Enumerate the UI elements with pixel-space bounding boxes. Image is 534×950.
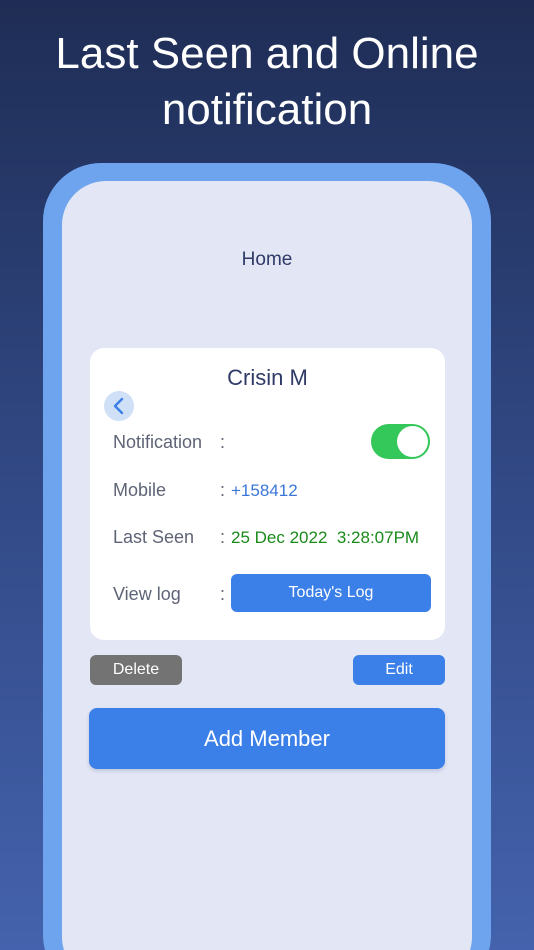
mobile-colon: : — [220, 480, 226, 500]
headline: Last Seen and Online notification — [0, 26, 534, 138]
chevron-left-icon — [113, 397, 124, 415]
phone-screen: Home Crisin M Notification : Mobile : +1… — [62, 181, 472, 950]
last-seen-label: Last Seen — [113, 527, 195, 547]
nav-title: Home — [241, 249, 293, 270]
view-log-label: View log — [113, 584, 181, 604]
headline-line-2: notification — [161, 85, 373, 134]
member-name: Crisin M — [227, 365, 308, 390]
toggle-knob — [397, 426, 428, 457]
edit-button[interactable]: Edit — [353, 655, 445, 685]
delete-button[interactable]: Delete — [90, 655, 182, 685]
notification-label: Notification — [113, 432, 203, 452]
notification-colon: : — [220, 432, 226, 452]
back-button[interactable] — [104, 391, 134, 421]
add-member-button[interactable]: Add Member — [89, 708, 445, 769]
mobile-label: Mobile — [113, 480, 167, 500]
last-seen-colon: : — [220, 527, 226, 547]
headline-line-1: Last Seen and Online — [55, 29, 479, 78]
notification-toggle[interactable] — [371, 424, 430, 459]
last-seen-value: 25 Dec 2022 3:28:07PM — [231, 528, 420, 547]
view-log-colon: : — [220, 584, 226, 604]
todays-log-button[interactable]: Today's Log — [231, 574, 431, 612]
member-card: Crisin M Notification : Mobile : +158412… — [90, 348, 445, 640]
mobile-value[interactable]: +158412 — [231, 481, 298, 501]
